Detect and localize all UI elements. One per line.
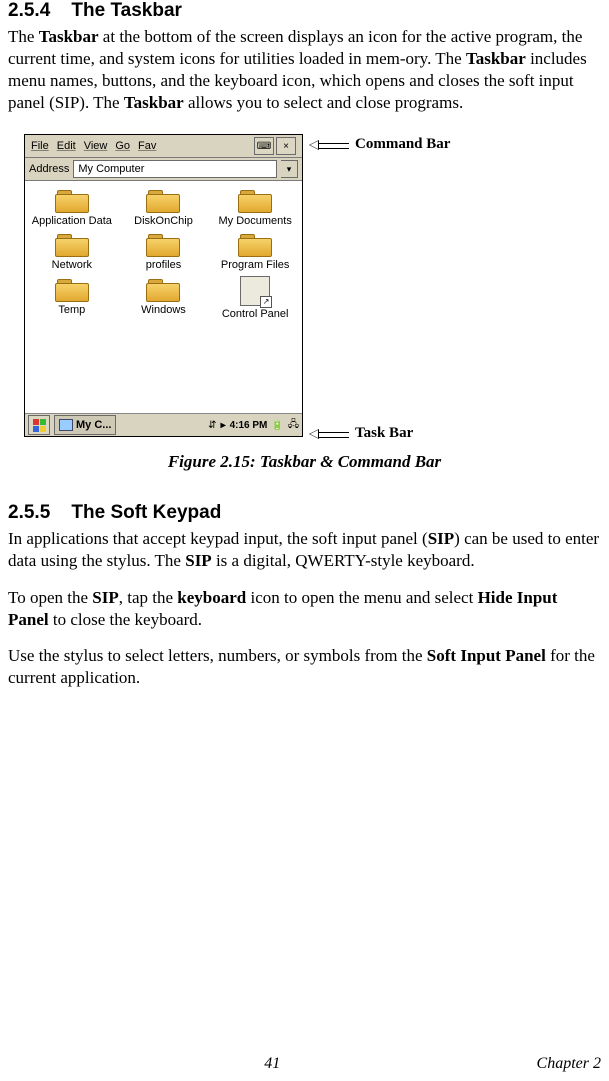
menu-file[interactable]: File <box>31 140 49 152</box>
desktop-item[interactable]: Temp <box>27 276 117 320</box>
folder-icon <box>55 187 89 213</box>
icon-label: Network <box>52 259 92 271</box>
icon-label: My Documents <box>218 215 291 227</box>
annotation-command-bar: Command Bar <box>309 136 450 153</box>
folder-icon <box>55 276 89 302</box>
icon-label: Temp <box>58 304 85 316</box>
tray-icon[interactable]: ⇵ <box>208 420 216 431</box>
control-panel-icon <box>240 276 270 306</box>
menu-edit[interactable]: Edit <box>57 140 76 152</box>
chapter-label: Chapter 2 <box>537 1055 601 1073</box>
keyboard-icon[interactable]: ⌨ <box>254 137 274 155</box>
desktop-item[interactable]: Windows <box>119 276 209 320</box>
folder-icon <box>238 187 272 213</box>
desktop-item[interactable]: DiskOnChip <box>119 187 209 227</box>
folder-icon <box>146 187 180 213</box>
desktop-item[interactable]: My Documents <box>210 187 300 227</box>
folder-icon <box>55 231 89 257</box>
desktop-item[interactable]: Application Data <box>27 187 117 227</box>
desktop-item[interactable]: Network <box>27 231 117 271</box>
icon-label: profiles <box>146 259 181 271</box>
menu-fav[interactable]: Fav <box>138 140 156 152</box>
paragraph-255b: To open the SIP, tap the keyboard icon t… <box>8 587 601 631</box>
heading-255: 2.5.5 The Soft Keypad <box>8 502 601 524</box>
annotation-task-bar: Task Bar <box>309 425 450 442</box>
heading-254: 2.5.4 The Taskbar <box>8 0 601 22</box>
section-title: The Taskbar <box>71 0 182 21</box>
paragraph-255c: Use the stylus to select letters, number… <box>8 645 601 689</box>
address-input[interactable]: My Computer <box>73 160 277 178</box>
tray-arrow-icon[interactable]: ▸ <box>221 420 226 431</box>
folder-icon <box>238 231 272 257</box>
icon-label: DiskOnChip <box>134 215 193 227</box>
folder-icon <box>146 276 180 302</box>
icon-grid: Application Data DiskOnChip My Documents Ne… <box>25 181 302 413</box>
figure-row: File Edit View Go Fav ⌨ × Address My Com… <box>24 134 601 444</box>
computer-icon <box>59 419 73 431</box>
screenshot: File Edit View Go Fav ⌨ × Address My Com… <box>24 134 303 437</box>
tray-battery-icon[interactable]: 🔋 <box>271 420 283 431</box>
desktop-item[interactable]: Program Files <box>210 231 300 271</box>
tray-network-icon[interactable]: 🖧 <box>288 417 299 434</box>
address-dropdown[interactable]: ▾ <box>281 160 298 178</box>
paragraph-254: The Taskbar at the bottom of the screen … <box>8 26 601 114</box>
icon-label: Application Data <box>32 215 112 227</box>
figure-caption: Figure 2.15: Taskbar & Command Bar <box>8 452 601 472</box>
page-footer: 41 Chapter 2 <box>8 1055 601 1073</box>
address-bar: Address My Computer ▾ <box>25 158 302 181</box>
clock[interactable]: 4:16 PM <box>230 420 268 431</box>
taskbar-button[interactable]: My C... <box>54 415 116 435</box>
icon-label: Control Panel <box>222 308 289 320</box>
system-tray: ⇵ ▸ 4:16 PM 🔋 🖧 <box>208 417 299 434</box>
icon-label: Program Files <box>221 259 289 271</box>
folder-icon <box>146 231 180 257</box>
icon-label: Windows <box>141 304 186 316</box>
page-number: 41 <box>264 1055 280 1073</box>
arrow-left-icon <box>309 140 349 150</box>
task-bar: My C... ⇵ ▸ 4:16 PM 🔋 🖧 <box>25 413 302 436</box>
close-icon[interactable]: × <box>276 137 296 155</box>
desktop-item[interactable]: Control Panel <box>210 276 300 320</box>
menu-go[interactable]: Go <box>115 140 130 152</box>
desktop-item[interactable]: profiles <box>119 231 209 271</box>
section-title: The Soft Keypad <box>71 502 221 523</box>
arrow-left-icon <box>309 429 349 439</box>
start-button[interactable] <box>28 415 50 435</box>
command-bar: File Edit View Go Fav ⌨ × <box>25 135 302 158</box>
section-number: 2.5.4 <box>8 0 50 21</box>
paragraph-255a: In applications that accept keypad input… <box>8 528 601 572</box>
menu-view[interactable]: View <box>84 140 108 152</box>
section-number: 2.5.5 <box>8 502 50 523</box>
address-label: Address <box>29 163 69 175</box>
windows-logo-icon <box>33 419 46 432</box>
annotations: Command Bar Task Bar <box>309 134 450 444</box>
